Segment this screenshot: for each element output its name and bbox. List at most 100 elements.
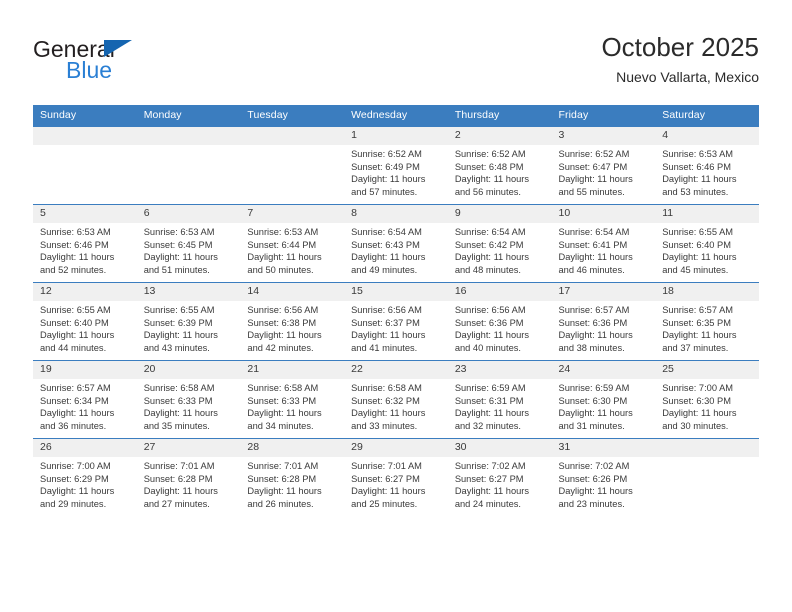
sunrise-text: Sunrise: 7:01 AM [247, 461, 319, 471]
day-details: Sunrise: 6:56 AM Sunset: 6:36 PM Daylight:… [448, 301, 552, 354]
day-details: Sunrise: 7:01 AM Sunset: 6:28 PM Daylight:… [240, 457, 344, 510]
calendar-day-cell[interactable]: 31 Sunrise: 7:02 AM Sunset: 6:26 PM Dayligh… [551, 438, 656, 516]
day-details: Sunrise: 6:58 AM Sunset: 6:33 PM Daylight:… [240, 379, 344, 432]
calendar-day-cell-empty [136, 126, 241, 205]
page-subtitle: Nuevo Vallarta, Mexico [616, 69, 759, 85]
day-details: Sunrise: 6:57 AM Sunset: 6:34 PM Daylight:… [33, 379, 137, 432]
calendar-day-cell[interactable]: 7 Sunrise: 6:53 AM Sunset: 6:44 PM Daylight… [240, 204, 345, 283]
sunrise-text: Sunrise: 6:53 AM [662, 149, 734, 159]
calendar-week-row: 5 Sunrise: 6:53 AM Sunset: 6:46 PM Daylight… [33, 204, 759, 283]
sunrise-text: Sunrise: 6:54 AM [558, 227, 630, 237]
day-details: Sunrise: 6:59 AM Sunset: 6:30 PM Daylight:… [552, 379, 656, 432]
calendar-day-cell[interactable]: 14 Sunrise: 6:56 AM Sunset: 6:38 PM Dayligh… [240, 282, 345, 361]
day-number: 27 [136, 439, 241, 457]
calendar-day-cell[interactable]: 5 Sunrise: 6:53 AM Sunset: 6:46 PM Daylight… [33, 204, 137, 283]
sunrise-text: Sunrise: 6:57 AM [558, 305, 630, 315]
calendar-day-cell-empty [33, 126, 137, 205]
calendar-day-cell[interactable]: 18 Sunrise: 6:57 AM Sunset: 6:35 PM Dayligh… [655, 282, 759, 361]
calendar-day-cell[interactable]: 1 Sunrise: 6:52 AM Sunset: 6:49 PM Daylight… [344, 126, 448, 205]
calendar-day-cell[interactable]: 12 Sunrise: 6:55 AM Sunset: 6:40 PM Dayligh… [33, 282, 137, 361]
calendar-day-cell[interactable]: 16 Sunrise: 6:56 AM Sunset: 6:36 PM Dayligh… [447, 282, 552, 361]
calendar-day-cell[interactable]: 17 Sunrise: 6:57 AM Sunset: 6:36 PM Dayligh… [551, 282, 656, 361]
day-number: 18 [655, 283, 759, 301]
day-details: Sunrise: 6:52 AM Sunset: 6:49 PM Daylight:… [344, 145, 448, 198]
day-details: Sunrise: 6:52 AM Sunset: 6:47 PM Daylight:… [552, 145, 656, 198]
day-details: Sunrise: 7:00 AM Sunset: 6:29 PM Daylight:… [33, 457, 137, 510]
daylight-text: Daylight: 11 hours and 53 minutes. [662, 174, 737, 197]
sunset-text: Sunset: 6:36 PM [558, 317, 628, 328]
calendar-day-cell[interactable]: 29 Sunrise: 7:01 AM Sunset: 6:27 PM Dayligh… [344, 438, 448, 516]
daylight-text: Daylight: 11 hours and 25 minutes. [351, 486, 426, 509]
calendar-day-cell[interactable]: 6 Sunrise: 6:53 AM Sunset: 6:45 PM Daylight… [136, 204, 241, 283]
sunrise-text: Sunrise: 6:58 AM [351, 383, 422, 393]
day-number [33, 127, 137, 145]
calendar-week-row: 26 Sunrise: 7:00 AM Sunset: 6:29 PM Dayligh… [33, 438, 759, 516]
calendar-day-cell[interactable]: 24 Sunrise: 6:59 AM Sunset: 6:30 PM Dayligh… [551, 360, 656, 439]
day-number: 29 [344, 439, 448, 457]
calendar-day-cell[interactable]: 10 Sunrise: 6:54 AM Sunset: 6:41 PM Dayligh… [551, 204, 656, 283]
sunset-text: Sunset: 6:42 PM [454, 239, 524, 250]
day-details: Sunrise: 7:01 AM Sunset: 6:27 PM Daylight:… [344, 457, 448, 510]
calendar-day-cell[interactable]: 22 Sunrise: 6:58 AM Sunset: 6:32 PM Dayligh… [344, 360, 448, 439]
sunrise-text: Sunrise: 7:01 AM [143, 461, 215, 471]
sunset-text: Sunset: 6:33 PM [247, 395, 317, 406]
calendar-day-cell[interactable]: 13 Sunrise: 6:55 AM Sunset: 6:39 PM Dayligh… [136, 282, 241, 361]
day-number: 8 [344, 205, 448, 223]
calendar-day-cell[interactable]: 2 Sunrise: 6:52 AM Sunset: 6:48 PM Daylight… [447, 126, 552, 205]
sunset-text: Sunset: 6:26 PM [558, 473, 628, 484]
calendar-day-cell[interactable]: 11 Sunrise: 6:55 AM Sunset: 6:40 PM Dayligh… [655, 204, 759, 283]
calendar-day-cell[interactable]: 20 Sunrise: 6:58 AM Sunset: 6:33 PM Dayligh… [136, 360, 241, 439]
day-details: Sunrise: 6:53 AM Sunset: 6:46 PM Daylight:… [655, 145, 759, 198]
daylight-text: Daylight: 11 hours and 42 minutes. [247, 330, 322, 353]
day-number [240, 127, 345, 145]
sunset-text: Sunset: 6:46 PM [40, 239, 109, 250]
sunset-text: Sunset: 6:37 PM [351, 317, 420, 328]
sunset-text: Sunset: 6:30 PM [662, 395, 731, 406]
calendar-day-cell[interactable]: 19 Sunrise: 6:57 AM Sunset: 6:34 PM Dayligh… [33, 360, 137, 439]
calendar-day-cell[interactable]: 27 Sunrise: 7:01 AM Sunset: 6:28 PM Dayligh… [136, 438, 241, 516]
general-blue-logo[interactable]: General Blue [33, 36, 233, 92]
day-number: 5 [33, 205, 137, 223]
day-number: 16 [447, 283, 552, 301]
sunrise-text: Sunrise: 7:00 AM [662, 383, 734, 393]
calendar-day-cell[interactable]: 15 Sunrise: 6:56 AM Sunset: 6:37 PM Dayligh… [344, 282, 448, 361]
day-details: Sunrise: 6:53 AM Sunset: 6:44 PM Daylight:… [240, 223, 344, 276]
calendar-day-cell[interactable]: 4 Sunrise: 6:53 AM Sunset: 6:46 PM Daylight… [655, 126, 759, 205]
calendar-day-cell[interactable]: 28 Sunrise: 7:01 AM Sunset: 6:28 PM Dayligh… [240, 438, 345, 516]
weekday-header-tuesday: Tuesday [240, 105, 345, 127]
day-details: Sunrise: 6:53 AM Sunset: 6:45 PM Daylight:… [137, 223, 241, 276]
sunset-text: Sunset: 6:27 PM [351, 473, 420, 484]
calendar-day-cell[interactable]: 26 Sunrise: 7:00 AM Sunset: 6:29 PM Dayligh… [33, 438, 137, 516]
sunset-text: Sunset: 6:34 PM [40, 395, 109, 406]
calendar-day-cell[interactable]: 8 Sunrise: 6:54 AM Sunset: 6:43 PM Daylight… [344, 204, 448, 283]
calendar-day-cell[interactable]: 21 Sunrise: 6:58 AM Sunset: 6:33 PM Dayligh… [240, 360, 345, 439]
calendar-day-cell[interactable]: 30 Sunrise: 7:02 AM Sunset: 6:27 PM Dayligh… [447, 438, 552, 516]
calendar-page: General Blue October 2025 Nuevo Vallarta… [0, 0, 792, 612]
sunset-text: Sunset: 6:35 PM [662, 317, 731, 328]
day-number: 24 [551, 361, 656, 379]
daylight-text: Daylight: 11 hours and 26 minutes. [247, 486, 322, 509]
day-details: Sunrise: 6:54 AM Sunset: 6:43 PM Daylight:… [344, 223, 448, 276]
calendar-week-row: 12 Sunrise: 6:55 AM Sunset: 6:40 PM Dayligh… [33, 282, 759, 361]
calendar-day-cell[interactable]: 23 Sunrise: 6:59 AM Sunset: 6:31 PM Dayligh… [447, 360, 552, 439]
daylight-text: Daylight: 11 hours and 37 minutes. [662, 330, 737, 353]
sunrise-text: Sunrise: 6:56 AM [247, 305, 319, 315]
weekday-header-wednesday: Wednesday [344, 105, 448, 127]
sunrise-text: Sunrise: 7:02 AM [558, 461, 630, 471]
sunrise-text: Sunrise: 6:56 AM [351, 305, 422, 315]
logo-text-blue: Blue [66, 57, 113, 83]
day-number [136, 127, 241, 145]
sunrise-text: Sunrise: 6:53 AM [247, 227, 319, 237]
daylight-text: Daylight: 11 hours and 56 minutes. [454, 174, 530, 197]
day-number: 26 [33, 439, 137, 457]
calendar-week-row: 1 Sunrise: 6:52 AM Sunset: 6:49 PM Daylight… [33, 126, 759, 205]
calendar-day-cell[interactable]: 3 Sunrise: 6:52 AM Sunset: 6:47 PM Daylight… [551, 126, 656, 205]
day-number: 11 [655, 205, 759, 223]
daylight-text: Daylight: 11 hours and 35 minutes. [143, 408, 218, 431]
day-details: Sunrise: 7:02 AM Sunset: 6:27 PM Daylight:… [448, 457, 552, 510]
calendar-day-cell[interactable]: 9 Sunrise: 6:54 AM Sunset: 6:42 PM Daylight… [447, 204, 552, 283]
daylight-text: Daylight: 11 hours and 32 minutes. [454, 408, 530, 431]
day-details: Sunrise: 6:52 AM Sunset: 6:48 PM Daylight:… [448, 145, 552, 198]
calendar-day-cell[interactable]: 25 Sunrise: 7:00 AM Sunset: 6:30 PM Dayligh… [655, 360, 759, 439]
calendar-body: 1 Sunrise: 6:52 AM Sunset: 6:49 PM Daylight… [33, 126, 759, 516]
